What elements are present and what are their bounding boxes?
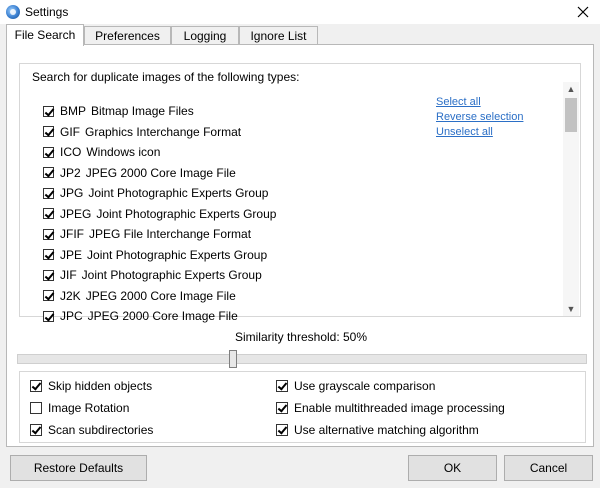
- window-title: Settings: [25, 5, 69, 19]
- file-type-ext: JPE: [60, 247, 83, 262]
- file-type-desc: Joint Photographic Experts Group: [87, 247, 268, 262]
- file-types-group: Search for duplicate images of the follo…: [19, 63, 581, 323]
- grayscale-label: Use grayscale comparison: [294, 379, 436, 393]
- file-type-ext: BMP: [60, 104, 87, 118]
- restore-defaults-button[interactable]: Restore Defaults: [10, 455, 147, 481]
- file-type-item[interactable]: JPC JPEG 2000 Core Image File: [43, 306, 238, 326]
- file-type-ext: ICO: [60, 145, 82, 159]
- scan-subdirectories-label: Scan subdirectories: [48, 423, 154, 437]
- tab-preferences[interactable]: Preferences: [84, 26, 171, 44]
- file-type-ext: JIF: [60, 268, 77, 282]
- alt-algorithm-label: Use alternative matching algorithm: [294, 423, 479, 437]
- grayscale-option[interactable]: Use grayscale comparison: [276, 379, 435, 393]
- scan-subdirectories-option[interactable]: Scan subdirectories: [30, 423, 153, 437]
- title-bar: Settings: [0, 0, 600, 24]
- file-type-checkbox[interactable]: [43, 249, 54, 260]
- file-type-checkbox[interactable]: [43, 290, 54, 301]
- file-type-item[interactable]: JPEG Joint Photographic Experts Group: [43, 204, 276, 224]
- app-icon: [6, 5, 20, 19]
- file-type-checkbox[interactable]: [43, 228, 54, 240]
- tab-ignore-list[interactable]: Ignore List: [239, 26, 318, 44]
- file-type-desc: JPEG 2000 Core Image File: [85, 165, 236, 180]
- file-search-panel: Search for duplicate images of the follo…: [6, 44, 594, 447]
- similarity-slider-track[interactable]: [17, 354, 587, 364]
- file-type-checkbox[interactable]: [43, 269, 54, 281]
- file-type-desc: Joint Photographic Experts Group: [81, 268, 262, 282]
- scroll-thumb[interactable]: [565, 98, 577, 132]
- file-type-item[interactable]: BMP Bitmap Image Files: [43, 101, 194, 121]
- file-type-desc: JPEG 2000 Core Image File: [87, 309, 238, 323]
- image-rotation-label: Image Rotation: [48, 401, 130, 415]
- file-type-item[interactable]: J2K JPEG 2000 Core Image File: [43, 286, 236, 306]
- file-type-item[interactable]: JP2 JPEG 2000 Core Image File: [43, 163, 236, 183]
- file-type-checkbox[interactable]: [43, 208, 54, 219]
- file-types-title: Search for duplicate images of the follo…: [32, 70, 300, 84]
- cancel-button[interactable]: Cancel: [504, 455, 593, 481]
- tab-file-search[interactable]: File Search: [6, 24, 84, 46]
- file-type-ext: JPC: [60, 309, 83, 323]
- tab-logging[interactable]: Logging: [171, 26, 239, 44]
- file-list-scrollbar[interactable]: ▲ ▼: [563, 82, 579, 316]
- file-type-desc: Windows icon: [86, 145, 161, 159]
- image-rotation-checkbox[interactable]: [30, 402, 42, 414]
- scroll-down-icon[interactable]: ▼: [563, 302, 579, 316]
- file-type-checkbox[interactable]: [43, 146, 54, 158]
- file-type-item[interactable]: JPG Joint Photographic Experts Group: [43, 183, 268, 203]
- file-type-item[interactable]: JIF Joint Photographic Experts Group: [43, 265, 262, 285]
- similarity-label: Similarity threshold: 50%: [234, 330, 368, 344]
- file-type-ext: JFIF: [60, 227, 84, 241]
- file-type-checkbox[interactable]: [43, 310, 54, 322]
- scroll-up-icon[interactable]: ▲: [563, 82, 579, 96]
- file-type-desc: Joint Photographic Experts Group: [88, 186, 269, 200]
- file-type-item[interactable]: JFIF JPEG File Interchange Format: [43, 224, 251, 244]
- multithreaded-label: Enable multithreaded image processing: [294, 401, 505, 415]
- file-type-ext: J2K: [60, 288, 81, 303]
- alt-algorithm-checkbox[interactable]: [276, 424, 288, 436]
- file-type-checkbox[interactable]: [43, 167, 54, 178]
- file-type-ext: JP2: [60, 165, 81, 180]
- file-type-desc: JPEG File Interchange Format: [89, 227, 252, 241]
- file-type-item[interactable]: ICO Windows icon: [43, 142, 160, 162]
- file-type-checkbox[interactable]: [43, 187, 54, 199]
- multithreaded-checkbox[interactable]: [276, 402, 288, 414]
- file-type-item[interactable]: JPE Joint Photographic Experts Group: [43, 245, 267, 265]
- file-type-desc: Joint Photographic Experts Group: [96, 206, 277, 221]
- skip-hidden-checkbox[interactable]: [30, 380, 42, 392]
- close-icon: [577, 6, 589, 18]
- skip-hidden-option[interactable]: Skip hidden objects: [30, 379, 152, 393]
- file-type-ext: JPG: [60, 186, 84, 200]
- multithreaded-option[interactable]: Enable multithreaded image processing: [276, 401, 505, 415]
- file-type-item[interactable]: GIF Graphics Interchange Format: [43, 122, 241, 142]
- reverse-selection-link[interactable]: Reverse selection: [436, 111, 523, 123]
- grayscale-checkbox[interactable]: [276, 380, 288, 392]
- file-type-desc: Graphics Interchange Format: [85, 124, 242, 139]
- file-type-checkbox[interactable]: [43, 105, 54, 117]
- alt-algorithm-option[interactable]: Use alternative matching algorithm: [276, 423, 479, 437]
- unselect-all-link[interactable]: Unselect all: [436, 126, 493, 138]
- scan-subdirectories-checkbox[interactable]: [30, 424, 42, 436]
- file-type-desc: JPEG 2000 Core Image File: [85, 288, 236, 303]
- file-type-checkbox[interactable]: [43, 126, 54, 137]
- file-type-ext: GIF: [60, 124, 80, 139]
- file-type-ext: JPEG: [60, 206, 92, 221]
- image-rotation-option[interactable]: Image Rotation: [30, 401, 129, 415]
- close-button[interactable]: [566, 0, 600, 24]
- file-type-desc: Bitmap Image Files: [91, 104, 194, 118]
- select-all-link[interactable]: Select all: [436, 96, 481, 108]
- ok-button[interactable]: OK: [408, 455, 497, 481]
- skip-hidden-label: Skip hidden objects: [48, 379, 153, 393]
- similarity-slider-thumb[interactable]: [229, 350, 237, 368]
- options-group: Skip hidden objects Image Rotation Scan …: [19, 371, 586, 443]
